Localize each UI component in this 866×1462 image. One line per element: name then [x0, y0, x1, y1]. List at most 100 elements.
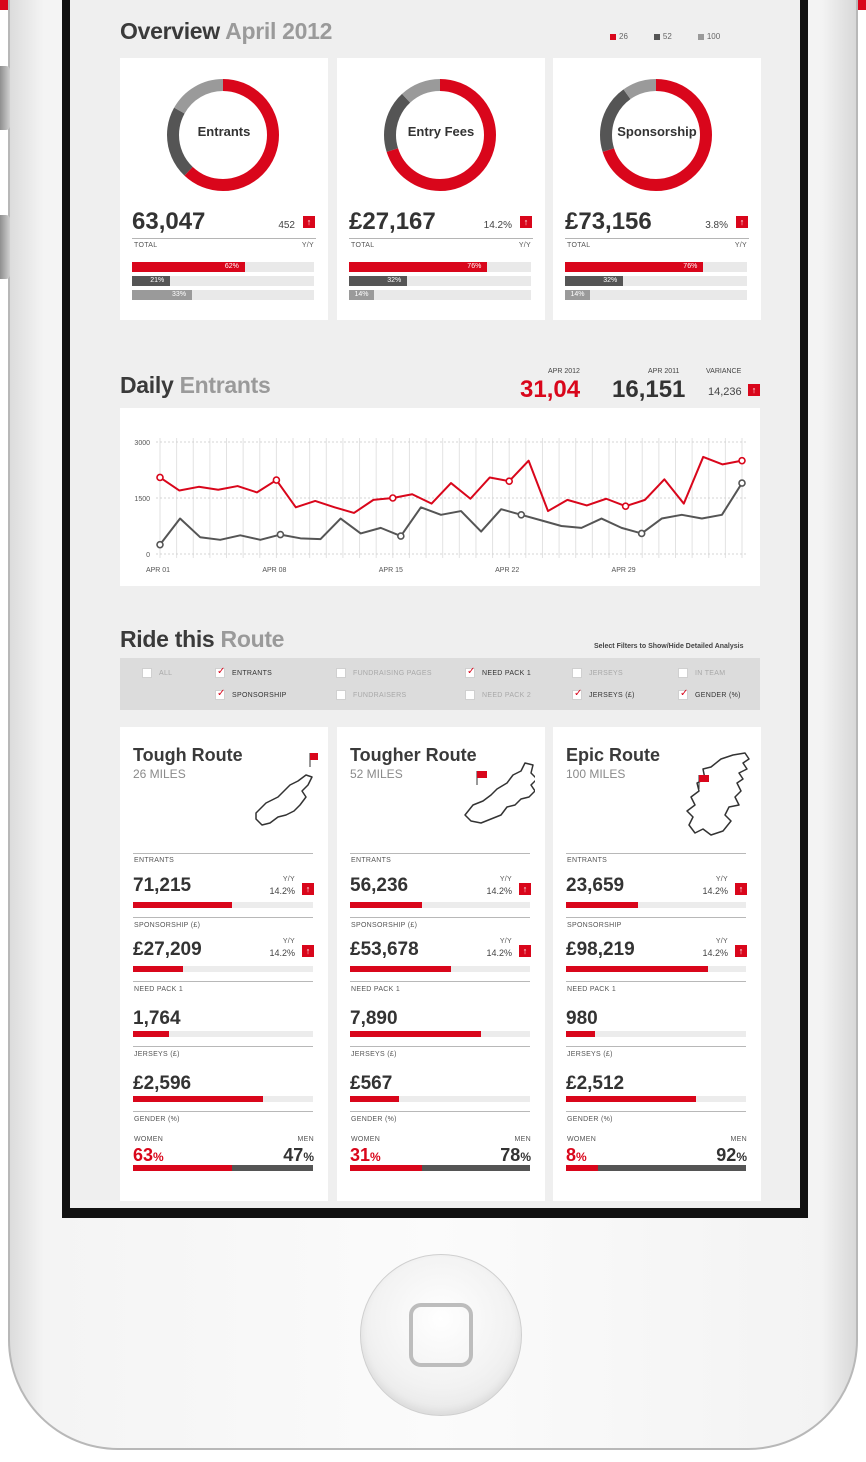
filter-label: NEED PACK 1 [482, 669, 532, 677]
filter-all[interactable]: ALL [142, 668, 172, 678]
percent-sign: % [370, 1150, 381, 1164]
metric-label: GENDER (%) [134, 1116, 180, 1123]
percent-sign: % [736, 1150, 747, 1164]
route-map-icon [464, 762, 535, 824]
men-percent: 47% [283, 1145, 314, 1166]
checkbox[interactable] [678, 668, 688, 678]
share-bar-fill: 32% [349, 276, 408, 286]
filter-need-pack-2[interactable]: NEED PACK 2 [465, 690, 531, 700]
daily-entrants-chart-card: 3000 1500 0 APR 01 APR 08 APR 15 APR 22 APR 29 [120, 408, 760, 586]
metric-label: GENDER (%) [351, 1116, 397, 1123]
x-tick-label: APR 29 [612, 567, 636, 574]
filter-label: IN TEAM [695, 669, 726, 677]
filter-need-pack-1[interactable]: NEED PACK 1 [465, 666, 532, 678]
sponsorship-value: £53,678 [350, 939, 419, 960]
checkbox[interactable] [572, 688, 583, 700]
divider [133, 853, 313, 854]
route-title: Ride this Route [120, 626, 284, 653]
overview-card-entry-fees[interactable]: Entry Fees £27,167 14.2% ↑ TOTAL Y/Y 76% 32% 14% [337, 58, 545, 320]
metric-label: NEED PACK 1 [351, 986, 401, 993]
need-pack-value: 1,764 [133, 1008, 181, 1029]
divider [133, 1111, 313, 1112]
checkbox[interactable] [142, 668, 152, 678]
metric-label: JERSEYS (£) [567, 1051, 613, 1058]
filter-in-team[interactable]: IN TEAM [678, 668, 725, 678]
gender-bar-women [133, 1165, 232, 1171]
route-card-epic[interactable]: Epic Route 100 MILES ENTRANTS 23,659 Y/Y 14.2… [553, 727, 761, 1201]
apr-2011-label: APR 2011 [648, 368, 680, 375]
percent-sign: % [576, 1150, 587, 1164]
up-arrow-icon: ↑ [303, 216, 315, 228]
x-tick-label: APR 08 [262, 567, 286, 574]
share-bar-fill: 32% [565, 276, 624, 286]
share-bar-fill: 33% [132, 290, 193, 300]
overview-change-value: 452 [278, 220, 295, 231]
apr-2012-label: APR 2012 [548, 368, 580, 375]
filter-gender[interactable]: GENDER (%) [678, 688, 741, 700]
filter-jerseys[interactable]: JERSEYS (£) [572, 688, 635, 700]
x-tick-label: APR 22 [495, 567, 519, 574]
share-bar-fill: 21% [132, 276, 171, 286]
metric-label: ENTRANTS [567, 857, 608, 864]
up-arrow-icon: ↑ [735, 883, 747, 895]
filter-label: ALL [159, 669, 173, 677]
route-card-tough[interactable]: Tough Route 26 MILES ENTRANTS 71,215 Y/Y 14.2… [120, 727, 328, 1201]
metric-label: WOMEN [134, 1136, 164, 1143]
filter-fundraising-pages[interactable]: FUNDRAISING PAGES [336, 668, 432, 678]
filter-label: FUNDRAISING PAGES [353, 669, 432, 677]
metric-label: SPONSORSHIP (£) [351, 922, 418, 929]
checkbox[interactable] [215, 666, 226, 678]
checkbox[interactable] [336, 668, 346, 678]
jerseys-value: £567 [350, 1073, 393, 1094]
daily-entrants-chart: 3000 1500 0 APR 01 APR 08 APR 15 APR 22 APR 29 [134, 438, 746, 574]
entrants-value: 23,659 [566, 875, 625, 896]
volume-down-button [0, 215, 10, 279]
route-card-tougher[interactable]: Tougher Route 52 MILES ENTRANTS 56,236 Y/Y 14… [337, 727, 545, 1201]
daily-title: Daily Entrants [120, 372, 271, 399]
metric-label: NEED PACK 1 [134, 986, 184, 993]
filter-entrants[interactable]: ENTRANTS [215, 666, 272, 678]
yy-label: Y/Y [282, 938, 295, 945]
donut-label: Entry Fees [407, 124, 475, 139]
yy-value: 14.2% [486, 948, 512, 958]
series-point [738, 479, 746, 487]
metric-bar-fill [350, 1031, 482, 1037]
route-miles: 100 MILES [566, 767, 626, 781]
metric-label: JERSEYS (£) [134, 1051, 180, 1058]
divider [350, 853, 530, 854]
checkbox[interactable] [678, 688, 689, 700]
checkbox[interactable] [465, 666, 476, 678]
home-button[interactable] [360, 1254, 522, 1416]
overview-title-main: Overview [120, 18, 220, 44]
yy-value: 14.2% [702, 886, 728, 896]
overview-card-sponsorship[interactable]: Sponsorship £73,156 3.8% ↑ TOTAL Y/Y 76% 32% 14% [553, 58, 761, 320]
yy-label: Y/Y [715, 876, 728, 883]
filter-fundraisers[interactable]: FUNDRAISERS [336, 690, 406, 700]
filter-jerseys[interactable]: JERSEYS [572, 668, 623, 678]
filter-label: JERSEYS [589, 669, 623, 677]
share-bar-fill: 76% [565, 262, 704, 272]
up-arrow-icon: ↑ [735, 945, 747, 957]
checkbox[interactable] [215, 688, 226, 700]
legend-label: 52 [662, 32, 672, 41]
yy-value: 14.2% [702, 948, 728, 958]
overview-card-entrants[interactable]: Entrants 63,047 452 ↑ TOTAL Y/Y 62% 21% 33% [120, 58, 328, 320]
filter-hint: Select Filters to Show/Hide Detailed Ana… [594, 643, 744, 650]
share-bar-track: 76% [565, 262, 747, 272]
series-point [738, 456, 746, 465]
men-label: MEN [514, 1136, 531, 1143]
filter-sponsorship[interactable]: SPONSORSHIP [215, 688, 287, 700]
overview-change-value: 3.8% [705, 220, 728, 231]
checkbox[interactable] [465, 690, 475, 700]
metric-bar-fill [133, 1096, 263, 1102]
checkbox[interactable] [336, 690, 346, 700]
route-map-icon [255, 753, 318, 826]
yy-label: Y/Y [499, 938, 512, 945]
percent-sign: % [303, 1150, 314, 1164]
filter-label: GENDER (%) [695, 691, 741, 699]
checkbox[interactable] [572, 668, 582, 678]
yy-label: Y/Y [301, 242, 314, 249]
series-point [156, 540, 164, 549]
metric-label: WOMEN [351, 1136, 381, 1143]
apr-2011-value: 16,151 [612, 376, 686, 403]
